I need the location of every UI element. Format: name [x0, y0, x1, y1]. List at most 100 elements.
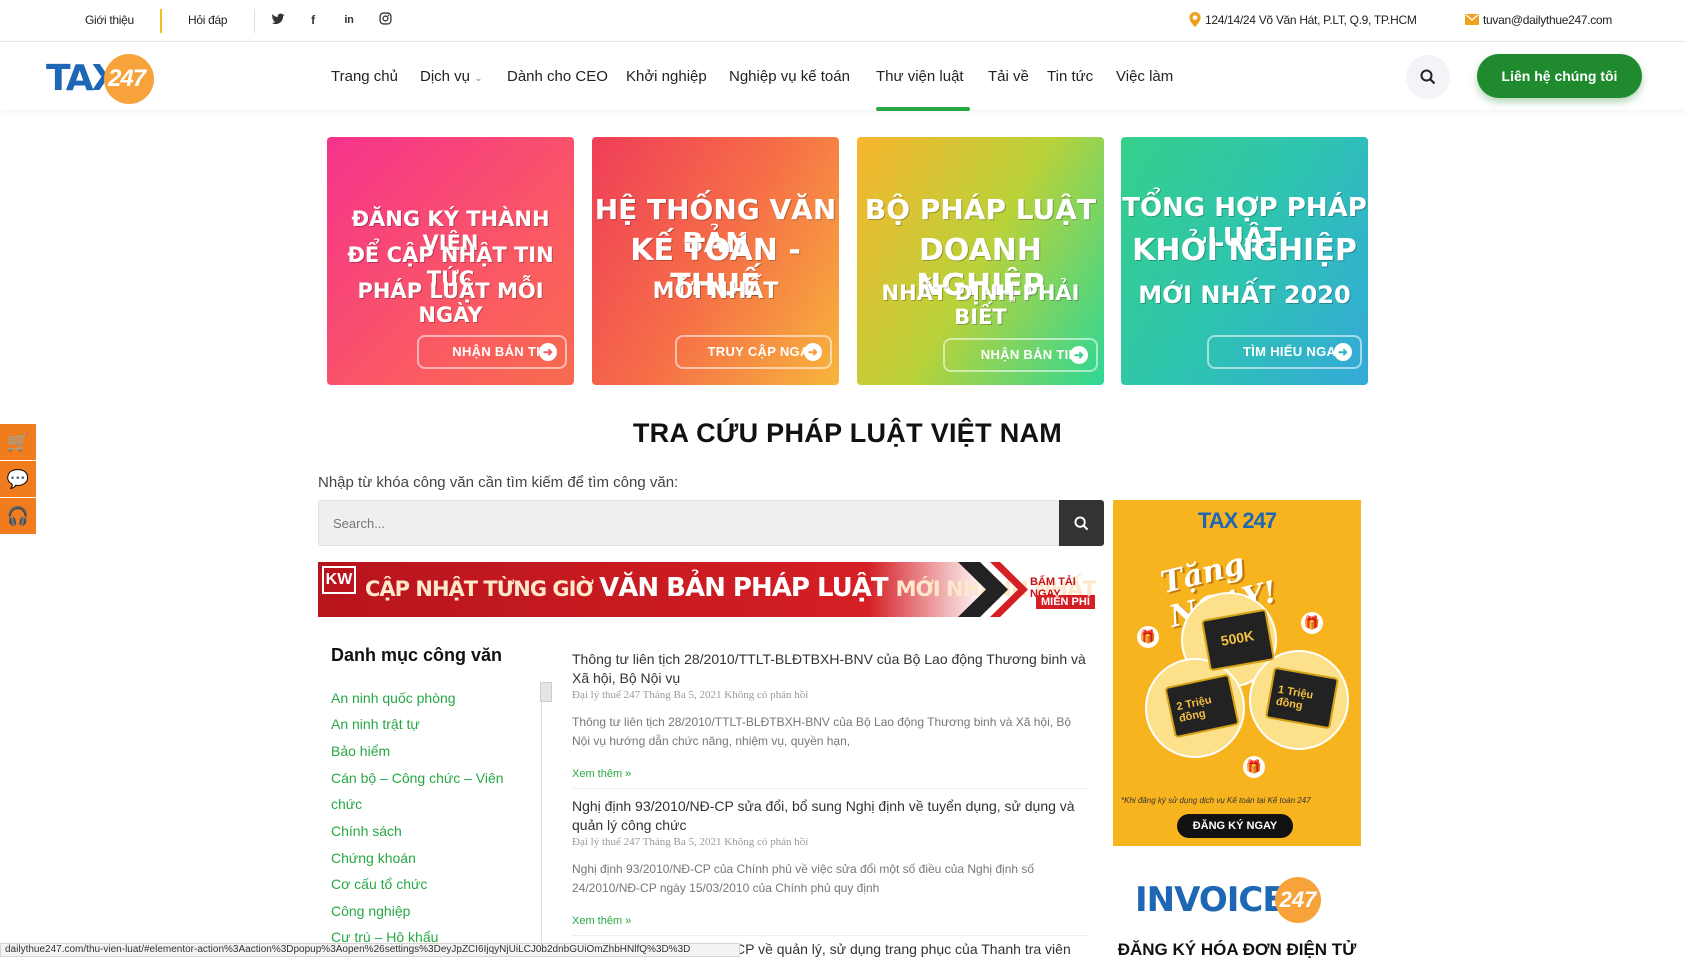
arrow-right-icon: ➜ [539, 343, 557, 361]
gift-icon: 🎁 [1301, 612, 1323, 634]
post-excerpt: Thông tư liên tịch 28/2010/TTLT-BLĐTBXH-… [572, 715, 1072, 748]
email-link[interactable]: tuvan@dailythue247.com [1483, 13, 1612, 27]
banner-cta[interactable]: TRUY CẬP NGAY ➜ [675, 335, 832, 369]
banner-enterprise-law[interactable]: BỘ PHÁP LUẬT DOANH NGHIỆP NHẤT ĐỊNH PHẢI… [857, 137, 1104, 385]
category-link[interactable]: Công nghiệp [331, 903, 410, 919]
nav-home[interactable]: Trang chủ [331, 68, 398, 85]
nav-startup[interactable]: Khởi nghiệp [626, 68, 707, 85]
register-now-button[interactable]: ĐĂNG KÝ NGAY [1177, 814, 1293, 838]
linkedin-icon[interactable]: in [341, 12, 357, 28]
faq-link[interactable]: Hỏi đáp [188, 13, 228, 27]
page-title: TRA CỨU PHÁP LUẬT VIỆT NAM [632, 418, 1063, 448]
headphones-icon[interactable]: 🎧 [0, 498, 36, 534]
voucher-value: 500K [1219, 627, 1256, 649]
arrow-right-icon: ➜ [804, 343, 822, 361]
logo-number: 247 [108, 65, 146, 92]
email-icon [1465, 14, 1479, 28]
nav-news[interactable]: Tin tức [1047, 68, 1093, 85]
scroll-up-icon[interactable] [540, 682, 552, 702]
address-text: 124/14/24 Võ Văn Hát, P.LT, Q.9, TP.HCM [1205, 13, 1417, 27]
invoice-word: INVOICE [1135, 880, 1286, 920]
banner-line: MỚI NHẤT 2020 [1138, 281, 1351, 309]
category-link[interactable]: An ninh trật tự [331, 716, 420, 732]
chevron-down-icon: ⌄ [474, 73, 483, 84]
category-link[interactable]: Chứng khoán [331, 850, 416, 866]
post-excerpt: Nghị định 93/2010/NĐ-CP của Chính phủ về… [572, 862, 1035, 895]
post-title[interactable]: Nghị định 93/2010/NĐ-CP sửa đổi, bổ sung… [572, 797, 1088, 835]
kw-logo: KW [322, 566, 356, 594]
banner-text-part: CẬP NHẬT TỪNG GIỜ [365, 577, 600, 601]
banner-cta-label: TRUY CẬP NGAY [707, 344, 818, 359]
arrow-right-icon: ➜ [1334, 343, 1352, 361]
facebook-icon[interactable]: f [305, 12, 321, 28]
divider [572, 935, 1088, 936]
divider [254, 9, 255, 33]
main-header: TAX 247 Trang chủ Dịch vụ ⌄ Dành cho CEO… [0, 42, 1685, 111]
banner-cta[interactable]: NHẬN BẢN TIN ➜ [943, 338, 1098, 372]
voucher-value: 1 Triệu đồng [1274, 683, 1315, 713]
gift-icon: 🎁 [1243, 756, 1265, 778]
search-submit-button[interactable] [1059, 500, 1104, 546]
invoice-subtitle: ĐĂNG KÝ HÓA ĐƠN ĐIỆN TỬ [1117, 940, 1357, 959]
divider [572, 788, 1088, 789]
nav-ceo[interactable]: Dành cho CEO [507, 68, 608, 85]
read-more-link[interactable]: Xem thêm » [572, 768, 631, 780]
divider [160, 9, 162, 33]
header-search-button[interactable] [1406, 55, 1450, 99]
banner-documents[interactable]: HỆ THỐNG VĂN BẢN KẾ TOÁN - THUẾ MỚI NHẤT… [592, 137, 839, 385]
twitter-icon[interactable] [270, 12, 286, 28]
top-bar: Giới thiệu Hỏi đáp f in 124/14/24 Võ Văn… [0, 0, 1685, 42]
banner-text-part: VĂN BẢN PHÁP LUẬT [599, 573, 896, 603]
nav-download[interactable]: Tải về [988, 68, 1029, 85]
gift-icon: 🎁 [1137, 626, 1159, 648]
banner-line: BỘ PHÁP LUẬT [864, 193, 1097, 226]
nav-active-indicator [876, 107, 970, 111]
category-link[interactable]: chức [331, 796, 362, 812]
search-icon [1420, 69, 1436, 85]
banner-line: NHẤT ĐỊNH PHẢI BIẾT [881, 281, 1080, 329]
banner-line: KHỞI NGHIỆP [1132, 233, 1357, 268]
nav-jobs[interactable]: Việc làm [1116, 68, 1173, 85]
nav-services[interactable]: Dịch vụ ⌄ [420, 68, 483, 85]
categories-title: Danh mục công văn [331, 645, 503, 665]
promo-ad[interactable]: TAX 247 Tặng NGAY! 500K 2 Triệu đồng 1 T… [1113, 500, 1361, 846]
contact-button[interactable]: Liên hệ chúng tôi [1477, 54, 1642, 98]
read-more-link[interactable]: Xem thêm » [572, 915, 631, 927]
banner-cta[interactable]: TÌM HIỂU NGAY ➜ [1207, 335, 1362, 369]
voucher-card: 1 Triệu đồng [1264, 666, 1340, 730]
nav-library[interactable]: Thư viện luật [876, 68, 964, 85]
chat-icon[interactable]: 💬 [0, 461, 36, 497]
legal-update-banner[interactable]: KW CẬP NHẬT TỪNG GIỜ VĂN BẢN PHÁP LUẬT M… [318, 562, 1103, 617]
nav-accounting[interactable]: Nghiệp vụ kế toán [729, 68, 850, 85]
search-prompt: Nhập từ khóa công văn cần tìm kiếm để tì… [318, 474, 679, 491]
post-meta: Đại lý thuế 247 Tháng Ba 5, 2021 Không c… [572, 836, 809, 848]
free-badge: MIỄN PHÍ [1036, 595, 1095, 609]
category-link[interactable]: An ninh quốc phòng [331, 690, 456, 706]
banner-startup-law[interactable]: TỔNG HỢP PHÁP LUẬT KHỞI NGHIỆP MỚI NHẤT … [1121, 137, 1368, 385]
banner-cta[interactable]: NHẬN BẢN TIN ➜ [417, 335, 567, 369]
search-input[interactable] [318, 500, 1060, 546]
ad-note: *Khi đăng ký sử dụng dịch vụ Kế toán tại… [1121, 796, 1311, 805]
banner-line: MỚI NHẤT [652, 279, 779, 304]
banner-register[interactable]: ĐĂNG KÝ THÀNH VIÊN ĐỂ CẬP NHẬT TIN TỨC P… [327, 137, 574, 385]
category-link[interactable]: Bảo hiểm [331, 743, 390, 759]
post-title[interactable]: Thông tư liên tịch 28/2010/TTLT-BLĐTBXH-… [572, 650, 1088, 688]
category-scrollbar[interactable] [541, 682, 551, 952]
post-meta: Đại lý thuế 247 Tháng Ba 5, 2021 Không c… [572, 689, 809, 701]
instagram-icon[interactable] [377, 12, 393, 28]
search-icon [1074, 516, 1089, 531]
voucher-value: 2 Triệu đồng [1175, 694, 1213, 725]
banner-cta-label: NHẬN BẢN TIN [980, 347, 1079, 362]
chevron-right-icon [958, 562, 1028, 617]
nav-services-label: Dịch vụ [420, 68, 471, 85]
banner-line: PHÁP LUẬT MỖI NGÀY [357, 279, 544, 327]
banner-cta-label: TÌM HIỂU NGAY [1243, 344, 1344, 359]
category-link[interactable]: Cơ cấu tổ chức [331, 876, 427, 892]
invoice247-logo[interactable]: INVOICE 247 [1113, 875, 1361, 935]
category-link[interactable]: Chính sách [331, 823, 402, 839]
category-link[interactable]: Cán bộ – Công chức – Viên [331, 770, 504, 786]
about-link[interactable]: Giới thiệu [85, 13, 134, 27]
tax247-logo[interactable]: TAX 247 [46, 52, 156, 104]
arrow-right-icon: ➜ [1070, 346, 1088, 364]
post-title[interactable]: CP về quản lý, sử dụng trang phục của Th… [735, 941, 1071, 957]
